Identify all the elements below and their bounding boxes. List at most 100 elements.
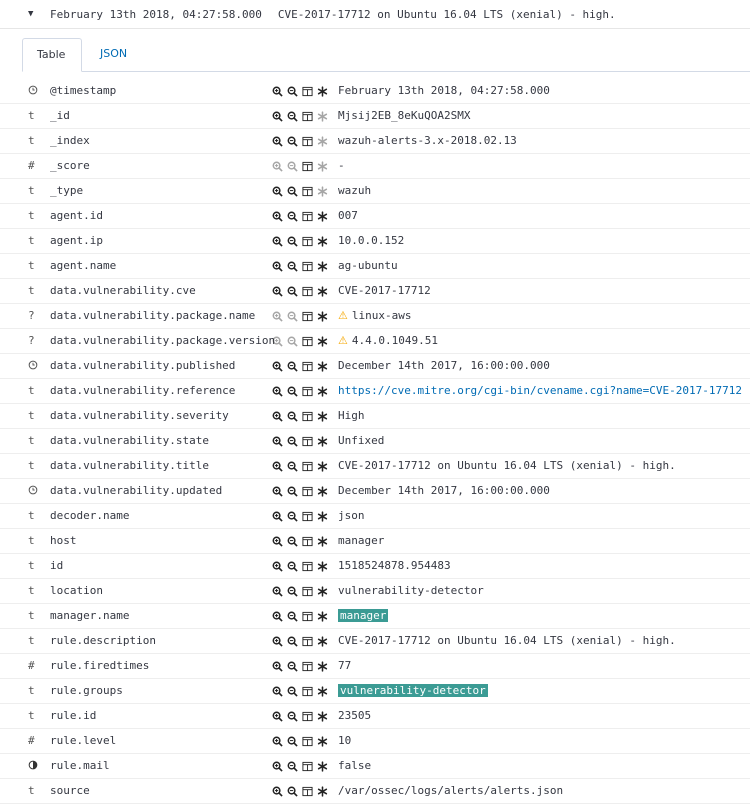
filter-out-value-icon[interactable] [287,211,298,222]
toggle-column-icon[interactable] [302,636,313,647]
filter-out-value-icon[interactable] [287,336,298,347]
filter-exists-icon[interactable] [317,110,328,122]
toggle-column-icon[interactable] [302,686,313,697]
filter-for-value-icon[interactable] [272,136,283,147]
filter-out-value-icon[interactable] [287,461,298,472]
filter-exists-icon[interactable] [317,710,328,722]
filter-exists-icon[interactable] [317,485,328,497]
filter-out-value-icon[interactable] [287,511,298,522]
toggle-column-icon[interactable] [302,786,313,797]
filter-for-value-icon[interactable] [272,536,283,547]
filter-out-value-icon[interactable] [287,736,298,747]
filter-out-value-icon[interactable] [287,161,298,172]
toggle-column-icon[interactable] [302,361,313,372]
toggle-column-icon[interactable] [302,111,313,122]
filter-exists-icon[interactable] [317,510,328,522]
filter-for-value-icon[interactable] [272,736,283,747]
filter-exists-icon[interactable] [317,460,328,472]
collapse-caret-icon[interactable]: ▼ [28,9,44,19]
filter-for-value-icon[interactable] [272,336,283,347]
filter-exists-icon[interactable] [317,410,328,422]
filter-out-value-icon[interactable] [287,561,298,572]
toggle-column-icon[interactable] [302,561,313,572]
filter-for-value-icon[interactable] [272,711,283,722]
toggle-column-icon[interactable] [302,261,313,272]
toggle-column-icon[interactable] [302,536,313,547]
filter-exists-icon[interactable] [317,560,328,572]
filter-for-value-icon[interactable] [272,211,283,222]
filter-for-value-icon[interactable] [272,411,283,422]
toggle-column-icon[interactable] [302,661,313,672]
filter-for-value-icon[interactable] [272,186,283,197]
filter-for-value-icon[interactable] [272,686,283,697]
filter-exists-icon[interactable] [317,535,328,547]
filter-for-value-icon[interactable] [272,386,283,397]
filter-for-value-icon[interactable] [272,786,283,797]
toggle-column-icon[interactable] [302,186,313,197]
filter-for-value-icon[interactable] [272,636,283,647]
filter-for-value-icon[interactable] [272,761,283,772]
filter-for-value-icon[interactable] [272,286,283,297]
filter-exists-icon[interactable] [317,585,328,597]
filter-exists-icon[interactable] [317,185,328,197]
filter-out-value-icon[interactable] [287,361,298,372]
toggle-column-icon[interactable] [302,286,313,297]
toggle-column-icon[interactable] [302,86,313,97]
toggle-column-icon[interactable] [302,136,313,147]
filter-exists-icon[interactable] [317,310,328,322]
filter-for-value-icon[interactable] [272,111,283,122]
toggle-column-icon[interactable] [302,461,313,472]
filter-out-value-icon[interactable] [287,661,298,672]
toggle-column-icon[interactable] [302,486,313,497]
toggle-column-icon[interactable] [302,311,313,322]
toggle-column-icon[interactable] [302,736,313,747]
filter-exists-icon[interactable] [317,435,328,447]
filter-for-value-icon[interactable] [272,461,283,472]
filter-out-value-icon[interactable] [287,636,298,647]
toggle-column-icon[interactable] [302,611,313,622]
filter-out-value-icon[interactable] [287,286,298,297]
filter-for-value-icon[interactable] [272,361,283,372]
filter-out-value-icon[interactable] [287,236,298,247]
toggle-column-icon[interactable] [302,211,313,222]
filter-exists-icon[interactable] [317,385,328,397]
filter-for-value-icon[interactable] [272,611,283,622]
filter-out-value-icon[interactable] [287,786,298,797]
value-link[interactable]: https://cve.mitre.org/cgi-bin/cvename.cg… [338,379,742,403]
filter-for-value-icon[interactable] [272,486,283,497]
filter-exists-icon[interactable] [317,210,328,222]
filter-exists-icon[interactable] [317,660,328,672]
filter-for-value-icon[interactable] [272,436,283,447]
filter-for-value-icon[interactable] [272,261,283,272]
filter-exists-icon[interactable] [317,260,328,272]
tab-json[interactable]: JSON [86,38,141,71]
filter-out-value-icon[interactable] [287,436,298,447]
filter-exists-icon[interactable] [317,335,328,347]
filter-exists-icon[interactable] [317,85,328,97]
filter-exists-icon[interactable] [317,285,328,297]
filter-for-value-icon[interactable] [272,661,283,672]
filter-out-value-icon[interactable] [287,386,298,397]
toggle-column-icon[interactable] [302,711,313,722]
filter-for-value-icon[interactable] [272,86,283,97]
filter-out-value-icon[interactable] [287,586,298,597]
filter-exists-icon[interactable] [317,160,328,172]
filter-out-value-icon[interactable] [287,411,298,422]
filter-out-value-icon[interactable] [287,711,298,722]
toggle-column-icon[interactable] [302,161,313,172]
filter-for-value-icon[interactable] [272,236,283,247]
filter-exists-icon[interactable] [317,360,328,372]
filter-exists-icon[interactable] [317,610,328,622]
filter-for-value-icon[interactable] [272,311,283,322]
toggle-column-icon[interactable] [302,761,313,772]
filter-exists-icon[interactable] [317,635,328,647]
filter-out-value-icon[interactable] [287,261,298,272]
filter-out-value-icon[interactable] [287,136,298,147]
filter-out-value-icon[interactable] [287,611,298,622]
filter-exists-icon[interactable] [317,785,328,797]
filter-exists-icon[interactable] [317,760,328,772]
filter-exists-icon[interactable] [317,235,328,247]
filter-out-value-icon[interactable] [287,536,298,547]
filter-out-value-icon[interactable] [287,111,298,122]
toggle-column-icon[interactable] [302,511,313,522]
